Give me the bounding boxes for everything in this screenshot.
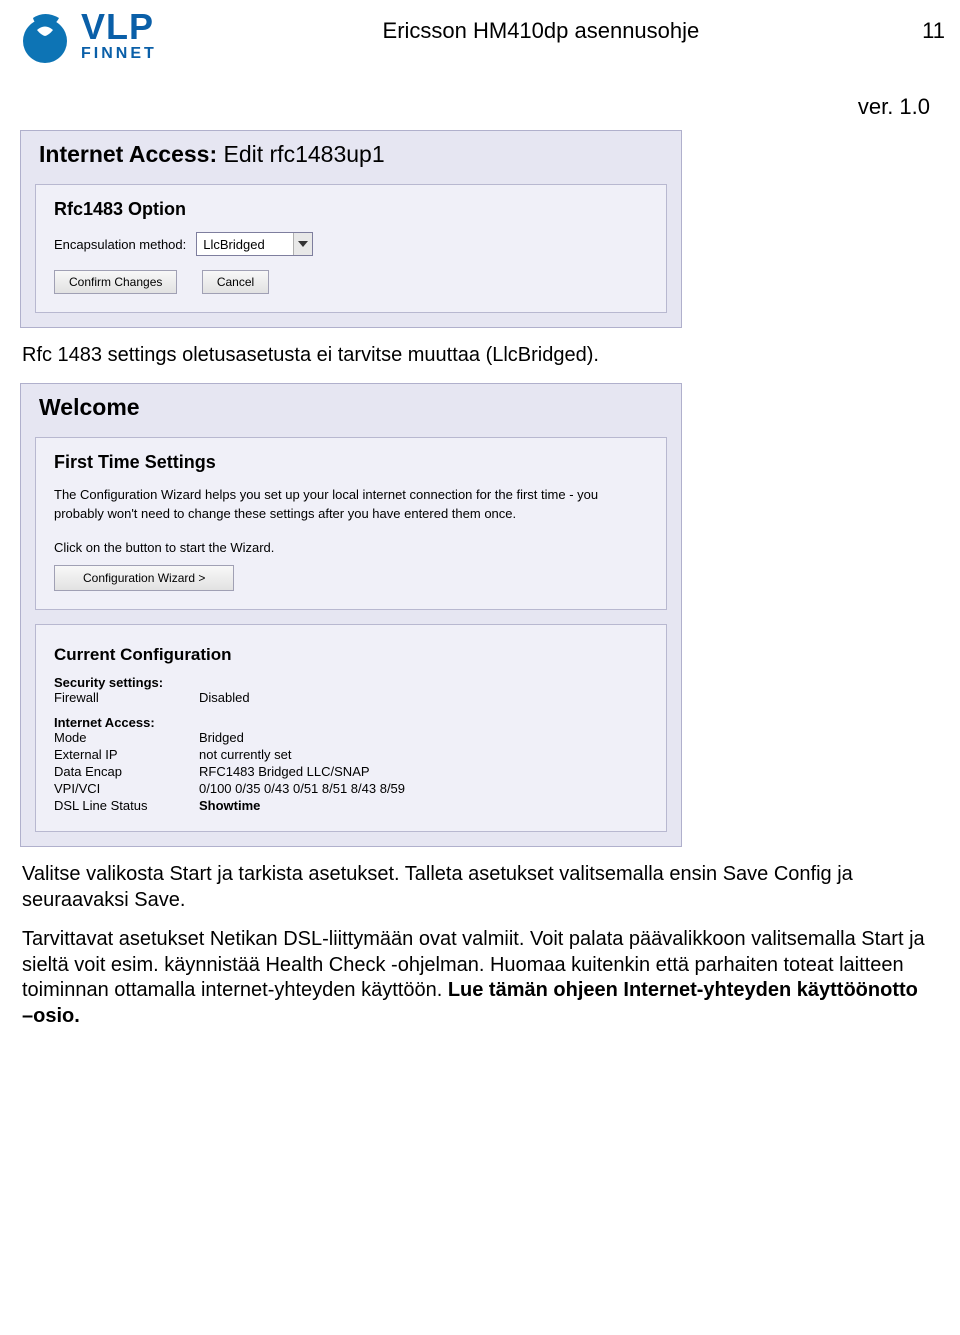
wizard-description: The Configuration Wizard helps you set u… bbox=[54, 485, 648, 524]
internet-access-table: Mode Bridged External IP not currently s… bbox=[54, 730, 648, 813]
page-header: VLP FINNET Ericsson HM410dp asennusohje … bbox=[0, 0, 960, 64]
first-time-settings-box: First Time Settings The Configuration Wi… bbox=[35, 437, 667, 611]
panel-title: Internet Access: Edit rfc1483up1 bbox=[21, 131, 681, 174]
first-time-heading: First Time Settings bbox=[54, 452, 648, 473]
instruction-text-2b: Tarvittavat asetukset Netikan DSL-liitty… bbox=[22, 927, 930, 1029]
instruction-text-1: Rfc 1483 settings oletusasetusta ei tarv… bbox=[22, 343, 930, 369]
encapsulation-value: LlcBridged bbox=[203, 237, 293, 252]
version-label: ver. 1.0 bbox=[0, 64, 960, 130]
internet-access-heading: Internet Access: bbox=[54, 715, 648, 730]
mode-value: Bridged bbox=[199, 730, 648, 745]
panel-title-bold: Internet Access: bbox=[39, 141, 217, 167]
data-encap-value: RFC1483 Bridged LLC/SNAP bbox=[199, 764, 648, 779]
security-settings-heading: Security settings: bbox=[54, 675, 648, 690]
logo: VLP FINNET bbox=[15, 8, 157, 64]
welcome-panel: Welcome First Time Settings The Configur… bbox=[20, 383, 682, 848]
welcome-title: Welcome bbox=[21, 384, 681, 427]
panel-title-light: Edit rfc1483up1 bbox=[224, 141, 385, 167]
wizard-instruction: Click on the button to start the Wizard. bbox=[54, 538, 648, 558]
firewall-key: Firewall bbox=[54, 690, 199, 705]
section-heading: Rfc1483 Option bbox=[54, 199, 648, 220]
vpi-vci-value: 0/100 0/35 0/43 0/51 8/51 8/43 8/59 bbox=[199, 781, 648, 796]
cancel-button[interactable]: Cancel bbox=[202, 270, 269, 294]
encapsulation-label: Encapsulation method: bbox=[54, 237, 186, 252]
vpi-vci-key: VPI/VCI bbox=[54, 781, 199, 796]
document-title: Ericsson HM410dp asennusohje bbox=[177, 8, 905, 44]
internet-access-panel: Internet Access: Edit rfc1483up1 Rfc1483… bbox=[20, 130, 682, 328]
page-number: 11 bbox=[905, 8, 945, 44]
dsl-status-key: DSL Line Status bbox=[54, 798, 199, 813]
data-encap-key: Data Encap bbox=[54, 764, 199, 779]
dsl-status-value: Showtime bbox=[199, 798, 648, 813]
logo-sub-text: FINNET bbox=[81, 45, 157, 63]
current-configuration-box: Current Configuration Security settings:… bbox=[35, 624, 667, 832]
logo-icon bbox=[15, 8, 71, 64]
logo-main-text: VLP bbox=[81, 9, 154, 45]
security-table: Firewall Disabled bbox=[54, 690, 648, 705]
instruction-text-2a: Valitse valikosta Start ja tarkista aset… bbox=[22, 862, 930, 913]
rfc1483-option-box: Rfc1483 Option Encapsulation method: Llc… bbox=[35, 184, 667, 313]
mode-key: Mode bbox=[54, 730, 199, 745]
firewall-value: Disabled bbox=[199, 690, 648, 705]
encapsulation-select[interactable]: LlcBridged bbox=[196, 232, 313, 256]
external-ip-value: not currently set bbox=[199, 747, 648, 762]
external-ip-key: External IP bbox=[54, 747, 199, 762]
current-config-heading: Current Configuration bbox=[54, 645, 648, 665]
configuration-wizard-button[interactable]: Configuration Wizard > bbox=[54, 565, 234, 591]
confirm-changes-button[interactable]: Confirm Changes bbox=[54, 270, 177, 294]
chevron-down-icon bbox=[293, 233, 312, 255]
